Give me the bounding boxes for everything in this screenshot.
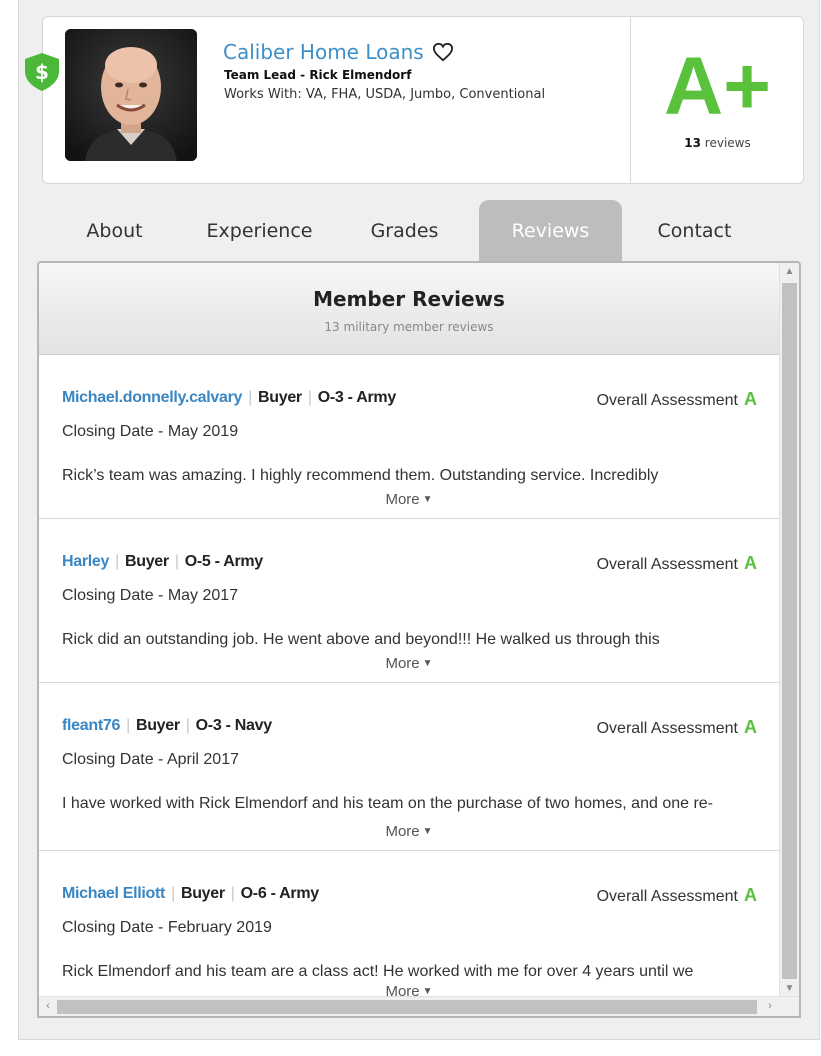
assessment-label: Overall Assessment — [596, 392, 738, 409]
reviewer-rank: O-5 - Army — [184, 553, 264, 570]
caret-down-icon[interactable]: ▼ — [423, 494, 433, 505]
separator: | — [171, 885, 175, 902]
more-label[interactable]: More — [385, 655, 419, 672]
closing-date: Closing Date - May 2017 — [62, 587, 239, 604]
tab-about[interactable]: About — [42, 200, 187, 262]
horizontal-scroll-thumb[interactable] — [57, 1000, 757, 1014]
assessment-label: Overall Assessment — [596, 720, 738, 737]
reviews-subtitle: 13 military member reviews — [324, 320, 494, 334]
closing-date: Closing Date - February 2019 — [62, 919, 272, 936]
review-meta: Michael.donnelly.calvary | Buyer | O-3 - Arm… — [62, 389, 396, 407]
reviews-panel: Member Reviews 13 military member review… — [37, 261, 801, 1018]
more-toggle[interactable]: More ▼ — [39, 491, 779, 508]
reviewer-role: Buyer — [135, 717, 180, 734]
reviewer-rank: O-3 - Army — [317, 389, 397, 406]
reviewer-role: Buyer — [258, 389, 302, 406]
review-text: Rick’s team was amazing. I highly recomm… — [62, 467, 659, 484]
scroll-left-icon[interactable]: ‹ — [39, 997, 57, 1016]
overall-grade: A+ — [663, 41, 772, 132]
reviewer-name-link[interactable]: Michael.donnelly.calvary — [62, 389, 242, 406]
review-count-number: 13 — [684, 136, 701, 150]
more-label[interactable]: More — [385, 823, 419, 840]
overall-grade-box: A+ 13 reviews — [630, 17, 804, 183]
assessment-grade: A — [744, 553, 757, 573]
separator: | — [126, 717, 130, 734]
tab-experience[interactable]: Experience — [187, 200, 332, 262]
review-item: fleant76 | Buyer | O-3 - Navy Overall Assess… — [39, 683, 779, 851]
heart-icon[interactable] — [432, 42, 454, 62]
company-name-text[interactable]: Caliber Home Loans — [223, 40, 424, 64]
more-toggle[interactable]: More ▼ — [39, 655, 779, 672]
review-meta: fleant76 | Buyer | O-3 - Navy — [62, 717, 272, 735]
assessment-grade: A — [744, 389, 757, 409]
reviewer-role: Buyer — [180, 885, 225, 902]
separator: | — [307, 389, 312, 406]
tab-reviews[interactable]: Reviews — [479, 200, 622, 262]
review-item: Harley | Buyer | O-5 - Army Overall Assessme… — [39, 519, 779, 683]
company-name[interactable]: Caliber Home Loans — [223, 40, 454, 64]
svg-text:$: $ — [35, 60, 49, 84]
scroll-right-icon[interactable]: › — [761, 997, 779, 1016]
review-text: I have worked with Rick Elmendorf and hi… — [62, 795, 714, 812]
scroll-up-icon[interactable]: ▲ — [780, 263, 799, 281]
overall-assessment: Overall Assessment A — [597, 885, 757, 906]
review-item: Michael.donnelly.calvary | Buyer | O-3 - Arm… — [39, 355, 779, 519]
closing-date: Closing Date - April 2017 — [62, 751, 239, 768]
separator: | — [185, 717, 190, 734]
reviewer-rank: O-6 - Army — [240, 885, 320, 902]
more-toggle[interactable]: More ▼ — [39, 823, 779, 840]
separator: | — [248, 389, 252, 406]
caret-down-icon[interactable]: ▼ — [423, 658, 433, 669]
works-with: Works With: VA, FHA, USDA, Jumbo, Conven… — [224, 87, 546, 102]
vertical-scrollbar[interactable]: ▲ ▼ — [779, 263, 799, 998]
review-meta: Michael Elliott | Buyer | O-6 - Army — [62, 885, 319, 903]
reviews-title: Member Reviews — [313, 287, 505, 311]
team-lead: Team Lead - Rick Elmendorf — [224, 68, 412, 82]
review-text: Rick did an outstanding job. He went abo… — [62, 631, 660, 648]
tab-contact[interactable]: Contact — [622, 200, 767, 262]
closing-date: Closing Date - May 2019 — [62, 423, 239, 440]
reviewer-rank: O-3 - Navy — [195, 717, 272, 734]
review-text: Rick Elmendorf and his team are a class … — [62, 963, 694, 980]
separator: | — [230, 885, 235, 902]
review-meta: Harley | Buyer | O-5 - Army — [62, 553, 263, 571]
review-count-label: reviews — [704, 136, 751, 150]
assessment-label: Overall Assessment — [596, 888, 738, 905]
reviewer-role: Buyer — [124, 553, 169, 570]
reviewer-name-link[interactable]: Michael Elliott — [62, 885, 165, 902]
more-label[interactable]: More — [385, 491, 419, 508]
separator: | — [174, 553, 179, 570]
assessment-grade: A — [744, 717, 757, 737]
overall-assessment: Overall Assessment A — [597, 717, 757, 738]
assessment-grade: A — [744, 885, 757, 905]
review-item: Michael Elliott | Buyer | O-6 - Army Overall… — [39, 851, 779, 1015]
overall-assessment: Overall Assessment A — [597, 389, 757, 410]
review-count[interactable]: 13 reviews — [631, 136, 804, 150]
reviewer-name-link[interactable]: fleant76 — [62, 717, 120, 734]
assessment-label: Overall Assessment — [596, 556, 738, 573]
separator: | — [115, 553, 119, 570]
reviews-header: Member Reviews 13 military member review… — [39, 263, 779, 355]
dollar-shield-icon: $ — [25, 53, 59, 91]
overall-assessment: Overall Assessment A — [597, 553, 757, 574]
reviewer-name-link[interactable]: Harley — [62, 553, 109, 570]
vertical-scroll-thumb[interactable] — [782, 283, 797, 979]
caret-down-icon[interactable]: ▼ — [423, 826, 433, 837]
profile-tabs: About Experience Grades Reviews Contact — [42, 200, 804, 262]
tab-grades[interactable]: Grades — [332, 200, 477, 262]
avatar — [65, 29, 197, 161]
horizontal-scrollbar[interactable]: ‹ › — [39, 996, 799, 1016]
